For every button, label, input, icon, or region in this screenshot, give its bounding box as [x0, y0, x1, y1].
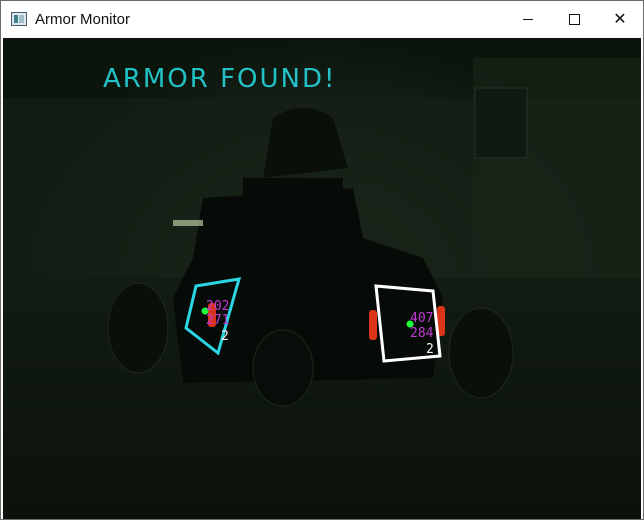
wall-box	[474, 87, 528, 159]
maximize-button[interactable]	[551, 1, 597, 37]
close-icon: ✕	[613, 9, 627, 28]
minimize-button[interactable]	[505, 1, 551, 37]
minimize-icon	[523, 18, 533, 20]
front-wheel	[252, 329, 314, 407]
armor-left-id: 2	[221, 329, 229, 344]
app-window: Armor Monitor ✕ ARMOR FOUND! 202 271 2 4…	[0, 0, 644, 520]
left-wheel	[107, 282, 169, 374]
camera-viewport: ARMOR FOUND! 202 271 2 407 284 2	[3, 38, 641, 519]
app-window-icon	[11, 12, 27, 26]
camera-frame	[3, 38, 641, 519]
armor-left-y: 271	[206, 313, 230, 328]
armor-status-text: ARMOR FOUND!	[103, 64, 337, 94]
right-wheel	[448, 307, 514, 399]
robot-light	[173, 220, 203, 226]
maximize-icon	[568, 13, 580, 25]
window-controls: ✕	[505, 1, 643, 37]
armor-right-y: 284	[410, 326, 434, 341]
armor-light-center	[369, 310, 377, 340]
robot-gun-base	[243, 178, 343, 218]
title-bar[interactable]: Armor Monitor ✕	[1, 1, 643, 37]
armor-right-id: 2	[426, 342, 434, 357]
close-button[interactable]: ✕	[597, 1, 643, 37]
armor-left-x: 202	[206, 299, 230, 314]
armor-right-x: 407	[410, 311, 434, 326]
window-title: Armor Monitor	[35, 10, 131, 28]
